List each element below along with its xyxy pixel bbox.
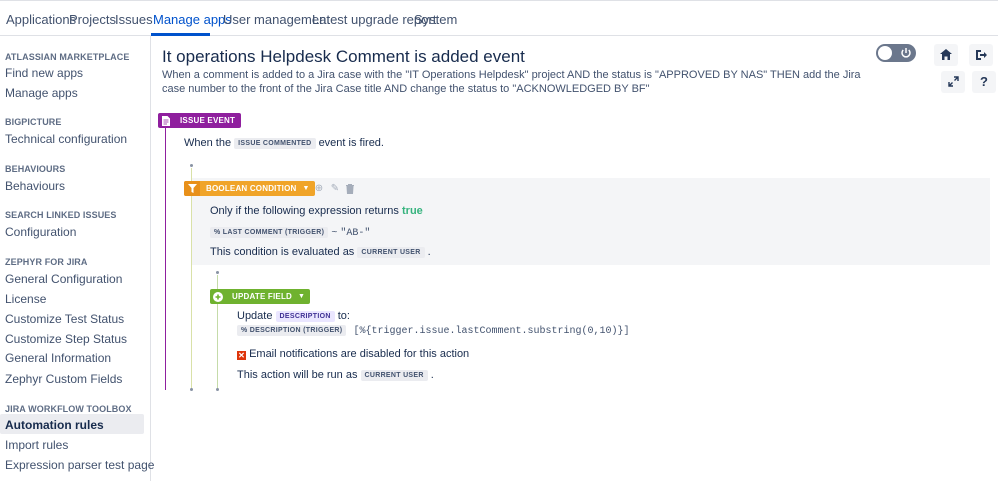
tab-applications[interactable]: Applications bbox=[6, 12, 76, 27]
sidebar-item-license[interactable]: License bbox=[5, 292, 46, 306]
toggle-knob bbox=[878, 46, 892, 60]
event-description: When the ISSUE COMMENTED event is fired. bbox=[184, 137, 384, 149]
condition-string: "AB-" bbox=[340, 228, 371, 239]
boolean-condition-label: BOOLEAN CONDITION bbox=[206, 184, 297, 193]
sidebar-item-import-rules[interactable]: Import rules bbox=[5, 438, 68, 452]
chevron-down-icon: ▼ bbox=[298, 293, 306, 300]
condition-true-value: true bbox=[402, 205, 423, 217]
sidebar-heading-atlassian-marketplace: ATLASSIAN MARKETPLACE bbox=[5, 52, 130, 62]
tab-projects[interactable]: Projects bbox=[69, 12, 116, 27]
action-run-as: This action will be run as CURRENT USER … bbox=[237, 369, 434, 381]
issue-commented-chip: ISSUE COMMENTED bbox=[234, 138, 316, 149]
sidebar-item-customize-step-status[interactable]: Customize Step Status bbox=[5, 332, 127, 346]
condition-expression-intro: Only if the following expression returns… bbox=[210, 205, 423, 217]
chevron-down-icon: ▼ bbox=[302, 185, 310, 192]
update-value-expression: [%{trigger.issue.lastComment.substring(0… bbox=[353, 326, 630, 337]
sidebar-item-customize-test-status[interactable]: Customize Test Status bbox=[5, 312, 124, 326]
filter-icon bbox=[184, 181, 200, 196]
sidebar-item-manage-apps[interactable]: Manage apps bbox=[5, 86, 78, 100]
tab-manage-apps[interactable]: Manage apps bbox=[153, 12, 232, 27]
tab-system[interactable]: System bbox=[414, 12, 457, 27]
sidebar-item-behaviours[interactable]: Behaviours bbox=[5, 179, 65, 193]
issue-event-label: ISSUE EVENT bbox=[180, 116, 236, 125]
sidebar-item-configuration[interactable]: Configuration bbox=[5, 225, 76, 239]
email-note-text: Email notifications are disabled for thi… bbox=[249, 348, 470, 360]
update-field-tag[interactable]: UPDATE FIELD ▼ bbox=[210, 289, 311, 304]
power-icon bbox=[898, 45, 914, 61]
run-text-after: . bbox=[430, 369, 434, 381]
expand-icon[interactable] bbox=[941, 71, 965, 93]
boolean-condition-tag[interactable]: BOOLEAN CONDITION ▼ bbox=[184, 181, 315, 196]
sidebar-heading-behaviours: BEHAVIOURS bbox=[5, 164, 66, 174]
tab-issues[interactable]: Issues bbox=[115, 12, 153, 27]
exit-icon[interactable] bbox=[969, 44, 993, 66]
condition-text-before: Only if the following expression returns bbox=[210, 205, 399, 217]
delete-icon[interactable] bbox=[345, 184, 355, 195]
run-text-before: This action will be run as bbox=[237, 369, 358, 381]
sidebar-item-expression-parser-test-page[interactable]: Expression parser test page bbox=[5, 458, 154, 472]
page-title: It operations Helpdesk Comment is added … bbox=[162, 47, 525, 66]
rule-description: When a comment is added to a Jira case w… bbox=[162, 69, 861, 95]
last-comment-chip: % LAST COMMENT (TRIGGER) bbox=[210, 227, 329, 238]
condition-operator: ~ bbox=[331, 228, 338, 239]
connector-dot bbox=[216, 388, 219, 391]
plus-circle-icon bbox=[210, 289, 226, 304]
sidebar-heading-jira-workflow-toolbox: JIRA WORKFLOW TOOLBOX bbox=[5, 404, 132, 414]
event-connector-line bbox=[165, 128, 166, 390]
condition-expression: % LAST COMMENT (TRIGGER) ~ "AB-" bbox=[210, 226, 370, 239]
home-icon[interactable] bbox=[934, 44, 958, 66]
sidebar-item-general-information[interactable]: General Information bbox=[5, 351, 111, 365]
document-icon bbox=[158, 113, 174, 128]
update-field-value: % DESCRIPTION (TRIGGER) [%{trigger.issue… bbox=[237, 324, 630, 337]
edit-icon[interactable]: ✎ bbox=[330, 184, 340, 194]
rule-enabled-toggle[interactable] bbox=[876, 44, 916, 62]
sidebar-heading-search-linked-issues: SEARCH LINKED ISSUES bbox=[5, 210, 117, 220]
action-current-user-chip: CURRENT USER bbox=[360, 370, 428, 381]
sidebar-item-technical-configuration[interactable]: Technical configuration bbox=[5, 132, 127, 146]
error-icon: ✕ bbox=[237, 351, 246, 360]
update-field-target: Update DESCRIPTION to: bbox=[237, 310, 350, 322]
update-field-label: UPDATE FIELD bbox=[232, 292, 293, 301]
description-field-chip: DESCRIPTION bbox=[275, 311, 335, 322]
connector-dot bbox=[190, 388, 193, 391]
event-text-before: When the bbox=[184, 137, 232, 149]
condition-evaluated-as: This condition is evaluated as CURRENT U… bbox=[210, 246, 431, 258]
sidebar-heading-bigpicture: BIGPICTURE bbox=[5, 117, 62, 127]
top-navigation: Applications Projects Issues Manage apps… bbox=[0, 0, 998, 36]
condition-eval-before: This condition is evaluated as bbox=[210, 246, 355, 258]
sidebar-heading-zephyr-for-jira: ZEPHYR FOR JIRA bbox=[5, 257, 88, 267]
description-trigger-chip: % DESCRIPTION (TRIGGER) bbox=[237, 325, 347, 336]
connector-dot bbox=[190, 164, 193, 167]
sidebar-item-automation-rules[interactable]: Automation rules bbox=[5, 418, 104, 432]
sidebar-item-general-configuration[interactable]: General Configuration bbox=[5, 272, 122, 286]
issue-event-tag[interactable]: ISSUE EVENT bbox=[158, 113, 242, 128]
event-text-after: event is fired. bbox=[318, 137, 384, 149]
update-text-before: Update bbox=[237, 310, 273, 322]
condition-current-user-chip: CURRENT USER bbox=[357, 247, 425, 258]
connector-dot bbox=[216, 271, 219, 274]
help-icon[interactable]: ? bbox=[972, 71, 996, 93]
add-icon[interactable]: ⊕ bbox=[314, 184, 324, 194]
sidebar: ATLASSIAN MARKETPLACE Find new apps Mana… bbox=[0, 36, 154, 481]
update-text-after: to: bbox=[337, 310, 350, 322]
email-notification-note: ✕ Email notifications are disabled for t… bbox=[237, 348, 469, 360]
condition-eval-after: . bbox=[427, 246, 431, 258]
active-tab-indicator bbox=[151, 33, 210, 36]
sidebar-item-find-new-apps[interactable]: Find new apps bbox=[5, 66, 83, 80]
sidebar-item-zephyr-custom-fields[interactable]: Zephyr Custom Fields bbox=[5, 372, 122, 386]
